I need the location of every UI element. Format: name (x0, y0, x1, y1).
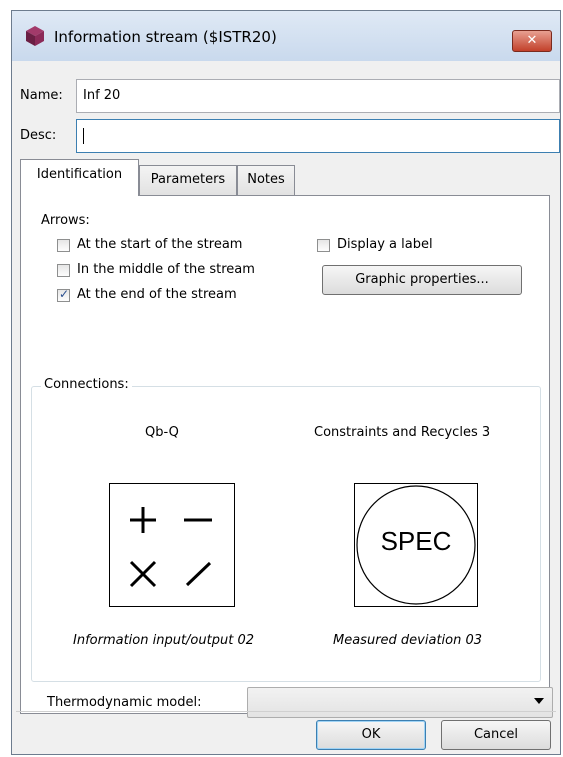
close-button[interactable]: ✕ (512, 30, 552, 52)
cancel-button[interactable]: Cancel (441, 720, 551, 750)
name-label: Name: (20, 88, 63, 103)
arrows-label: Arrows: (41, 213, 90, 228)
arrow-middle-label: In the middle of the stream (77, 262, 255, 277)
dialog-window: Information stream ($ISTR20) ✕ Name: Inf… (11, 10, 561, 755)
arrow-start-label: At the start of the stream (77, 237, 243, 252)
checkmark-icon: ✓ (59, 287, 70, 301)
thermo-model-select[interactable] (247, 687, 553, 718)
desc-label: Desc: (20, 128, 57, 143)
tab-parameters[interactable]: Parameters (139, 165, 237, 196)
right-connection-heading: Constraints and Recycles 3 (314, 425, 491, 440)
desc-field[interactable] (76, 119, 560, 153)
spec-text: SPEC (380, 526, 452, 556)
footer-separator (16, 711, 556, 712)
display-label-text: Display a label (337, 237, 433, 252)
graphic-properties-button[interactable]: Graphic properties... (322, 265, 522, 295)
chevron-down-icon (534, 698, 544, 704)
right-connection-caption: Measured deviation 03 (333, 633, 483, 648)
thermo-model-label: Thermodynamic model: (47, 695, 202, 710)
name-field[interactable]: Inf 20 (76, 79, 560, 113)
left-connection-caption: Information input/output 02 (73, 633, 254, 648)
graphic-properties-label: Graphic properties... (355, 272, 489, 287)
info-io-glyphs (129, 507, 212, 588)
title-bar[interactable]: Information stream ($ISTR20) ✕ (12, 11, 560, 61)
close-icon: ✕ (526, 33, 538, 48)
spec-symbol[interactable]: SPEC (354, 483, 478, 607)
identification-panel: Arrows: At the start of the stream In th… (20, 195, 553, 718)
tab-notes[interactable]: Notes (237, 165, 295, 196)
tab-notes-label: Notes (247, 172, 285, 187)
tab-identification[interactable]: Identification (20, 159, 139, 196)
slash-icon (185, 561, 212, 587)
name-value: Inf 20 (83, 88, 121, 103)
tab-identification-label: Identification (36, 167, 123, 182)
info-io-symbol[interactable] (109, 483, 235, 607)
arrow-middle-checkbox[interactable] (57, 264, 70, 277)
left-connection-heading: Qb-Q (145, 425, 179, 440)
tab-parameters-label: Parameters (150, 172, 226, 187)
window-title: Information stream ($ISTR20) (54, 28, 277, 46)
cube-icon (26, 26, 44, 46)
display-label-checkbox[interactable] (317, 239, 330, 252)
ok-label: OK (361, 727, 381, 742)
dialog-client: Name: Inf 20 Desc: Identification Parame… (16, 61, 560, 751)
cancel-label: Cancel (473, 727, 519, 742)
arrow-end-label: At the end of the stream (77, 287, 237, 302)
connections-label: Connections: (41, 377, 132, 392)
arrow-start-checkbox[interactable] (57, 239, 70, 252)
text-caret (83, 127, 84, 144)
ok-button[interactable]: OK (316, 720, 426, 750)
arrow-end-checkbox[interactable]: ✓ (57, 287, 70, 302)
